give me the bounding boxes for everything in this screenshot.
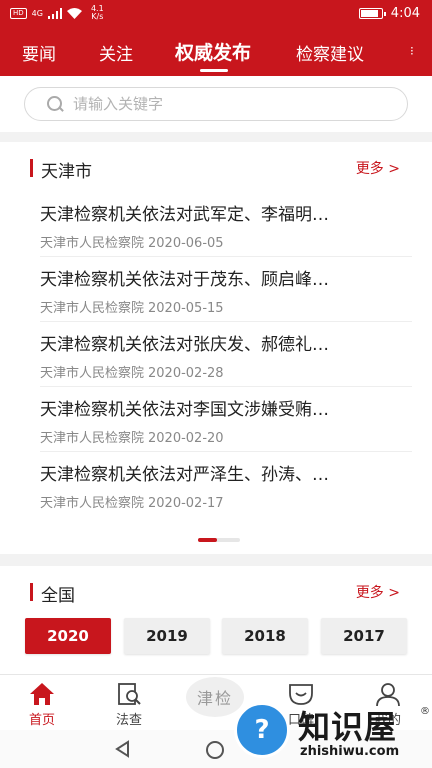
page-indicator — [198, 538, 240, 542]
section-accent-bar — [30, 583, 33, 601]
more-link[interactable]: 更多 > — [356, 582, 400, 602]
news-source: 天津市人民检察院 — [40, 366, 145, 381]
registered-mark: ® — [420, 706, 430, 717]
battery-fill — [360, 10, 378, 17]
nav-label: 法查 — [115, 713, 142, 728]
news-title: 天津检察机关依法对于茂东、顾启峰… — [40, 270, 329, 290]
battery-icon — [358, 8, 386, 19]
top-header: HD 4G 4.1 K/s 4:04 要闻 关注 权威发布 检察建议 ⁝ — [0, 0, 432, 76]
news-meta: 天津市人民检察院 2020-02-20 — [40, 427, 224, 446]
nav-law-search[interactable]: 法查 — [93, 675, 165, 731]
section-header: 天津市 更多 > — [0, 142, 432, 192]
news-item[interactable]: 天津检察机关依法对武军定、李福明… 天津市人民检察院 2020-06-05 — [20, 192, 412, 257]
status-right: 4:04 — [358, 6, 420, 21]
news-title: 天津检察机关依法对严泽生、孙涛、… — [40, 465, 329, 485]
wifi-icon — [66, 7, 82, 19]
section-header: 全国 更多 > — [0, 566, 432, 616]
section-tianjin: 天津市 更多 > 天津检察机关依法对武军定、李福明… 天津市人民检察院 2020-… — [0, 142, 432, 554]
news-meta: 天津市人民检察院 2020-05-15 — [40, 297, 224, 316]
home-icon — [30, 683, 54, 705]
tab-overflow-icon[interactable]: ⁝ — [410, 44, 414, 58]
news-date: 2020-02-17 — [148, 496, 224, 511]
watermark: ? 知识屋 ® zhishiwu.com — [234, 690, 432, 768]
section-title: 全国 — [41, 586, 75, 606]
news-source: 天津市人民检察院 — [40, 301, 145, 316]
category-tabs: 要闻 关注 权威发布 检察建议 ⁝ — [0, 28, 432, 76]
law-search-icon — [118, 683, 141, 705]
network-speed: 4.1 K/s — [91, 5, 104, 21]
tab-headlines[interactable]: 要闻 — [22, 40, 56, 65]
signal-icon — [47, 7, 62, 19]
status-left: HD 4G 4.1 K/s — [10, 5, 104, 21]
search-icon — [47, 96, 63, 112]
search-bar-container — [0, 76, 432, 132]
back-icon[interactable] — [114, 740, 132, 758]
news-title: 天津检察机关依法对武军定、李福明… — [40, 205, 329, 225]
news-item[interactable]: 天津检察机关依法对李国文涉嫌受贿… 天津市人民检察院 2020-02-20 — [20, 387, 412, 452]
news-item[interactable]: 天津检察机关依法对于茂东、顾启峰… 天津市人民检察院 2020-05-15 — [20, 257, 412, 322]
hd-badge: HD — [10, 7, 27, 19]
news-title: 天津检察机关依法对张庆发、郝德礼… — [40, 335, 329, 355]
news-title: 天津检察机关依法对李国文涉嫌受贿… — [40, 400, 329, 420]
news-meta: 天津市人民检察院 2020-02-17 — [40, 492, 224, 511]
status-bar: HD 4G 4.1 K/s 4:04 — [0, 0, 432, 28]
home-circle-icon[interactable] — [206, 741, 224, 759]
nav-home[interactable]: 首页 — [6, 675, 78, 731]
section-accent-bar — [30, 159, 33, 177]
news-source: 天津市人民检察院 — [40, 431, 145, 446]
signal-label: 4G — [31, 8, 43, 18]
news-source: 天津市人民检察院 — [40, 496, 145, 511]
speed-unit: K/s — [91, 12, 104, 21]
watermark-name: 知识屋 — [298, 708, 398, 746]
tab-procuratorial-advice[interactable]: 检察建议 — [296, 40, 364, 65]
search-box[interactable] — [24, 87, 408, 121]
year-button-2020[interactable]: 2020 — [25, 618, 111, 654]
nav-label: 首页 — [28, 713, 55, 728]
active-tab-indicator — [200, 69, 228, 72]
news-meta: 天津市人民检察院 2020-02-28 — [40, 362, 224, 381]
news-date: 2020-06-05 — [148, 236, 224, 251]
tab-official-release[interactable]: 权威发布 — [175, 38, 251, 65]
watermark-url: zhishiwu.com — [300, 744, 400, 759]
section-title: 天津市 — [41, 162, 92, 182]
news-date: 2020-02-28 — [148, 366, 224, 381]
news-meta: 天津市人民检察院 2020-06-05 — [40, 232, 224, 251]
year-button-2017[interactable]: 2017 — [321, 618, 407, 654]
news-date: 2020-05-15 — [148, 301, 224, 316]
watermark-badge-icon: ? — [234, 702, 290, 758]
news-date: 2020-02-20 — [148, 431, 224, 446]
page-indicator-active — [198, 538, 217, 542]
news-item[interactable]: 天津检察机关依法对张庆发、郝德礼… 天津市人民检察院 2020-02-28 — [20, 322, 412, 387]
news-source: 天津市人民检察院 — [40, 236, 145, 251]
search-input[interactable] — [73, 95, 373, 113]
more-link[interactable]: 更多 > — [356, 158, 400, 178]
tab-follow[interactable]: 关注 — [99, 40, 133, 65]
year-button-2019[interactable]: 2019 — [124, 618, 210, 654]
news-item[interactable]: 天津检察机关依法对严泽生、孙涛、… 天津市人民检察院 2020-02-17 — [20, 452, 412, 517]
year-button-2018[interactable]: 2018 — [222, 618, 308, 654]
clock: 4:04 — [390, 6, 420, 21]
section-national: 全国 更多 > 2020 2019 2018 2017 — [0, 566, 432, 674]
